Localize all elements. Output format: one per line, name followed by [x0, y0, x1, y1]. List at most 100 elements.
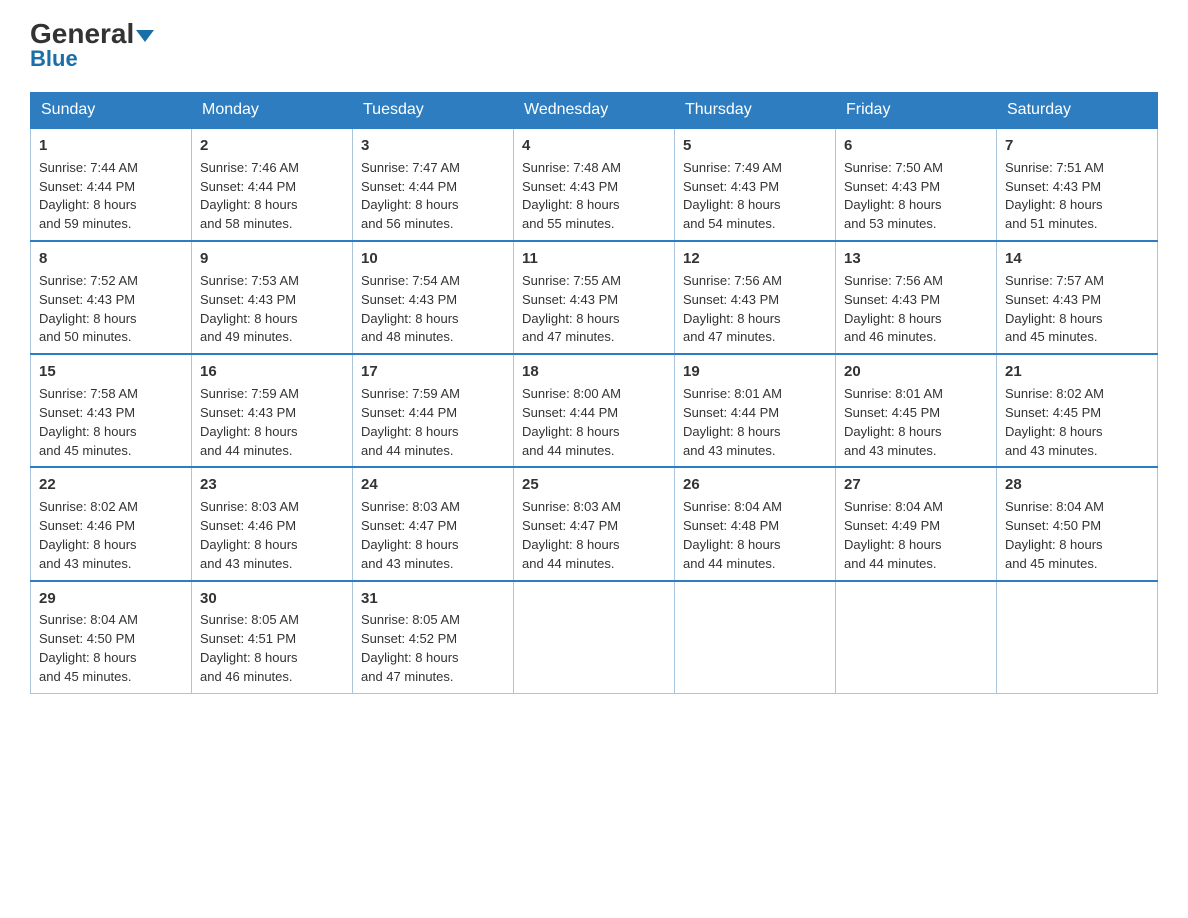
logo-blue: Blue — [30, 46, 78, 72]
calendar-cell: 21 Sunrise: 8:02 AMSunset: 4:45 PMDayligh… — [997, 354, 1158, 467]
calendar-table: SundayMondayTuesdayWednesdayThursdayFrid… — [30, 92, 1158, 694]
day-number: 11 — [522, 248, 666, 270]
calendar-cell: 10 Sunrise: 7:54 AMSunset: 4:43 PMDayligh… — [353, 241, 514, 354]
day-info: Sunrise: 8:04 AMSunset: 4:50 PMDaylight:… — [1005, 499, 1104, 571]
day-info: Sunrise: 7:53 AMSunset: 4:43 PMDaylight:… — [200, 273, 299, 345]
calendar-cell: 31Sunrise: 8:05 AMSunset: 4:52 PMDayligh… — [353, 581, 514, 694]
calendar-cell: 3 Sunrise: 7:47 AMSunset: 4:44 PMDaylight… — [353, 128, 514, 241]
day-number: 30 — [200, 588, 344, 610]
day-number: 16 — [200, 361, 344, 383]
day-number: 17 — [361, 361, 505, 383]
day-info: Sunrise: 8:01 AMSunset: 4:45 PMDaylight:… — [844, 386, 943, 458]
calendar-cell: 8Sunrise: 7:52 AMSunset: 4:43 PMDaylight… — [31, 241, 192, 354]
header-sunday: Sunday — [31, 93, 192, 129]
day-info: Sunrise: 7:59 AMSunset: 4:43 PMDaylight:… — [200, 386, 299, 458]
logo-triangle-icon — [136, 30, 154, 42]
day-info: Sunrise: 7:44 AMSunset: 4:44 PMDaylight:… — [39, 160, 138, 232]
day-number: 31 — [361, 588, 505, 610]
calendar-cell: 7 Sunrise: 7:51 AMSunset: 4:43 PMDaylight… — [997, 128, 1158, 241]
day-number: 13 — [844, 248, 988, 270]
day-info: Sunrise: 7:57 AMSunset: 4:43 PMDaylight:… — [1005, 273, 1104, 345]
calendar-cell: 26 Sunrise: 8:04 AMSunset: 4:48 PMDayligh… — [675, 467, 836, 580]
day-info: Sunrise: 8:03 AMSunset: 4:46 PMDaylight:… — [200, 499, 299, 571]
calendar-week-row: 15 Sunrise: 7:58 AMSunset: 4:43 PMDayligh… — [31, 354, 1158, 467]
day-number: 12 — [683, 248, 827, 270]
calendar-cell: 29Sunrise: 8:04 AMSunset: 4:50 PMDayligh… — [31, 581, 192, 694]
day-number: 18 — [522, 361, 666, 383]
day-info: Sunrise: 8:02 AMSunset: 4:46 PMDaylight:… — [39, 499, 138, 571]
calendar-cell: 25 Sunrise: 8:03 AMSunset: 4:47 PMDayligh… — [514, 467, 675, 580]
header-tuesday: Tuesday — [353, 93, 514, 129]
calendar-cell: 4Sunrise: 7:48 AMSunset: 4:43 PMDaylight… — [514, 128, 675, 241]
calendar-cell — [675, 581, 836, 694]
calendar-cell: 12 Sunrise: 7:56 AMSunset: 4:43 PMDayligh… — [675, 241, 836, 354]
calendar-cell — [514, 581, 675, 694]
calendar-cell: 9Sunrise: 7:53 AMSunset: 4:43 PMDaylight… — [192, 241, 353, 354]
day-number: 1 — [39, 135, 183, 157]
day-number: 8 — [39, 248, 183, 270]
calendar-cell — [836, 581, 997, 694]
day-number: 2 — [200, 135, 344, 157]
day-info: Sunrise: 7:54 AMSunset: 4:43 PMDaylight:… — [361, 273, 460, 345]
day-info: Sunrise: 7:46 AMSunset: 4:44 PMDaylight:… — [200, 160, 299, 232]
day-info: Sunrise: 7:51 AMSunset: 4:43 PMDaylight:… — [1005, 160, 1104, 232]
calendar-cell: 24Sunrise: 8:03 AMSunset: 4:47 PMDayligh… — [353, 467, 514, 580]
calendar-cell: 18Sunrise: 8:00 AMSunset: 4:44 PMDayligh… — [514, 354, 675, 467]
day-number: 19 — [683, 361, 827, 383]
day-info: Sunrise: 8:02 AMSunset: 4:45 PMDaylight:… — [1005, 386, 1104, 458]
day-number: 15 — [39, 361, 183, 383]
calendar-cell: 2 Sunrise: 7:46 AMSunset: 4:44 PMDaylight… — [192, 128, 353, 241]
calendar-cell — [997, 581, 1158, 694]
calendar-week-row: 29Sunrise: 8:04 AMSunset: 4:50 PMDayligh… — [31, 581, 1158, 694]
day-number: 7 — [1005, 135, 1149, 157]
day-info: Sunrise: 7:55 AMSunset: 4:43 PMDaylight:… — [522, 273, 621, 345]
day-info: Sunrise: 8:03 AMSunset: 4:47 PMDaylight:… — [522, 499, 621, 571]
calendar-cell: 13 Sunrise: 7:56 AMSunset: 4:43 PMDayligh… — [836, 241, 997, 354]
page-header: General Blue — [30, 20, 1158, 72]
day-number: 23 — [200, 474, 344, 496]
calendar-cell: 22 Sunrise: 8:02 AMSunset: 4:46 PMDayligh… — [31, 467, 192, 580]
logo-general: General — [30, 20, 154, 48]
header-monday: Monday — [192, 93, 353, 129]
calendar-cell: 27 Sunrise: 8:04 AMSunset: 4:49 PMDayligh… — [836, 467, 997, 580]
calendar-cell: 15 Sunrise: 7:58 AMSunset: 4:43 PMDayligh… — [31, 354, 192, 467]
calendar-cell: 28 Sunrise: 8:04 AMSunset: 4:50 PMDayligh… — [997, 467, 1158, 580]
calendar-week-row: 8Sunrise: 7:52 AMSunset: 4:43 PMDaylight… — [31, 241, 1158, 354]
day-info: Sunrise: 8:05 AMSunset: 4:51 PMDaylight:… — [200, 612, 299, 684]
day-number: 22 — [39, 474, 183, 496]
day-info: Sunrise: 8:04 AMSunset: 4:49 PMDaylight:… — [844, 499, 943, 571]
calendar-cell: 6Sunrise: 7:50 AMSunset: 4:43 PMDaylight… — [836, 128, 997, 241]
day-number: 5 — [683, 135, 827, 157]
day-info: Sunrise: 8:01 AMSunset: 4:44 PMDaylight:… — [683, 386, 782, 458]
calendar-cell: 30Sunrise: 8:05 AMSunset: 4:51 PMDayligh… — [192, 581, 353, 694]
calendar-cell: 16 Sunrise: 7:59 AMSunset: 4:43 PMDayligh… — [192, 354, 353, 467]
day-number: 27 — [844, 474, 988, 496]
day-info: Sunrise: 7:58 AMSunset: 4:43 PMDaylight:… — [39, 386, 138, 458]
header-wednesday: Wednesday — [514, 93, 675, 129]
day-number: 10 — [361, 248, 505, 270]
calendar-cell: 1 Sunrise: 7:44 AMSunset: 4:44 PMDaylight… — [31, 128, 192, 241]
day-number: 24 — [361, 474, 505, 496]
day-info: Sunrise: 7:56 AMSunset: 4:43 PMDaylight:… — [844, 273, 943, 345]
header-saturday: Saturday — [997, 93, 1158, 129]
day-number: 26 — [683, 474, 827, 496]
day-info: Sunrise: 7:59 AMSunset: 4:44 PMDaylight:… — [361, 386, 460, 458]
day-number: 4 — [522, 135, 666, 157]
calendar-cell: 11 Sunrise: 7:55 AMSunset: 4:43 PMDayligh… — [514, 241, 675, 354]
calendar-cell: 14Sunrise: 7:57 AMSunset: 4:43 PMDayligh… — [997, 241, 1158, 354]
day-number: 3 — [361, 135, 505, 157]
calendar-week-row: 1 Sunrise: 7:44 AMSunset: 4:44 PMDaylight… — [31, 128, 1158, 241]
day-info: Sunrise: 7:56 AMSunset: 4:43 PMDaylight:… — [683, 273, 782, 345]
day-number: 25 — [522, 474, 666, 496]
header-thursday: Thursday — [675, 93, 836, 129]
day-number: 21 — [1005, 361, 1149, 383]
day-info: Sunrise: 8:04 AMSunset: 4:48 PMDaylight:… — [683, 499, 782, 571]
header-friday: Friday — [836, 93, 997, 129]
day-number: 6 — [844, 135, 988, 157]
day-number: 20 — [844, 361, 988, 383]
day-info: Sunrise: 7:47 AMSunset: 4:44 PMDaylight:… — [361, 160, 460, 232]
day-info: Sunrise: 7:49 AMSunset: 4:43 PMDaylight:… — [683, 160, 782, 232]
day-number: 28 — [1005, 474, 1149, 496]
logo: General Blue — [30, 20, 154, 72]
day-info: Sunrise: 8:04 AMSunset: 4:50 PMDaylight:… — [39, 612, 138, 684]
